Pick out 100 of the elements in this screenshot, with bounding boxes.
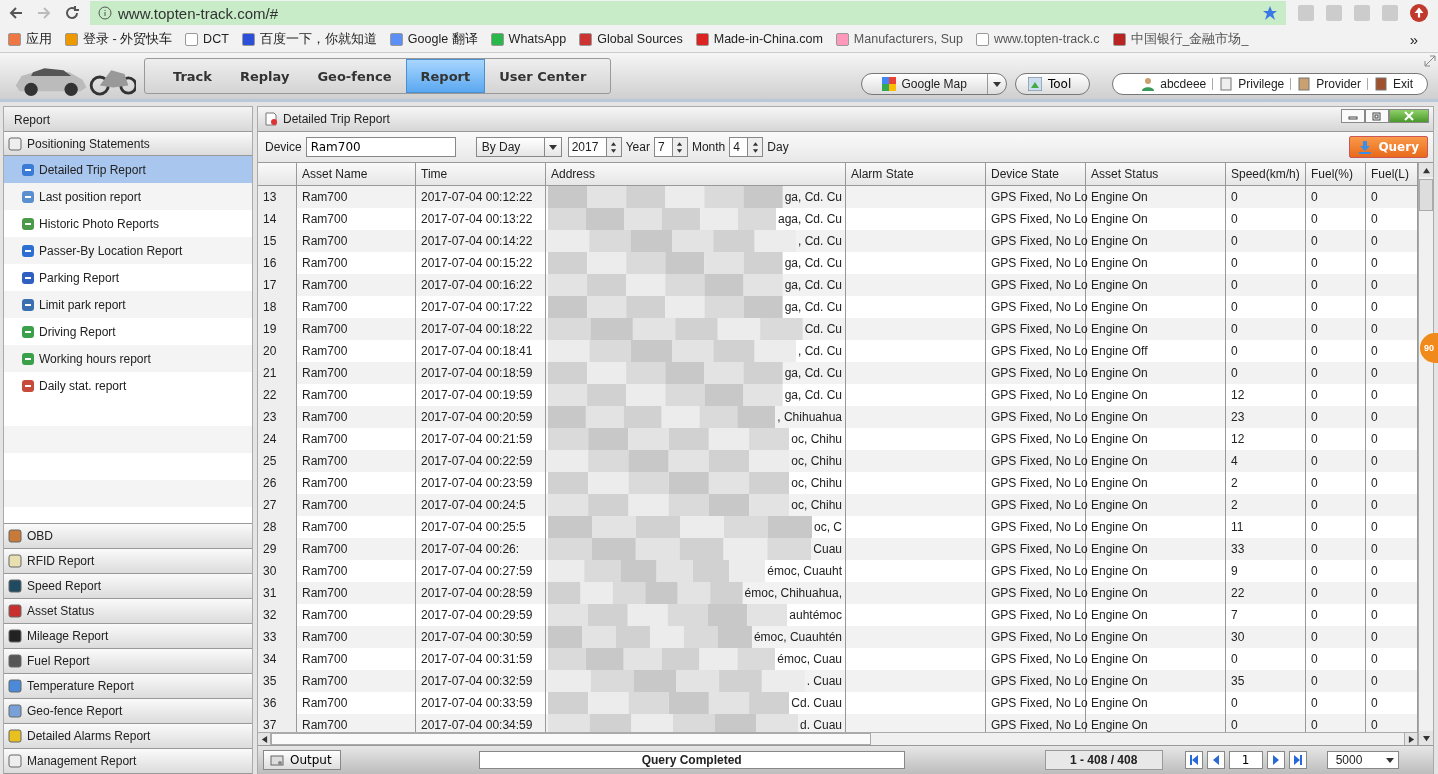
- sidebar-item[interactable]: Detailed Trip Report: [4, 156, 252, 183]
- column-header[interactable]: Fuel(%): [1306, 163, 1366, 185]
- table-cell: 0: [1306, 318, 1366, 340]
- info-icon: [98, 6, 112, 20]
- tool-button[interactable]: Tool: [1014, 73, 1091, 95]
- scroll-right-icon[interactable]: [1404, 733, 1418, 745]
- sidebar-item[interactable]: Daily stat. report: [4, 372, 252, 399]
- sidebar-item[interactable]: Limit park report: [4, 291, 252, 318]
- device-field[interactable]: Ram700: [305, 137, 456, 157]
- table-cell: 0: [1306, 406, 1366, 428]
- day-spinner[interactable]: 4: [729, 137, 764, 157]
- table-cell: 0: [1306, 582, 1366, 604]
- nav-tab[interactable]: Report: [405, 59, 486, 93]
- row-number: 13: [258, 186, 297, 208]
- page-size-select[interactable]: 5000: [1326, 751, 1399, 769]
- next-page-button[interactable]: [1266, 751, 1285, 769]
- column-header[interactable]: Asset Status: [1086, 163, 1226, 185]
- year-spinner[interactable]: 2017: [567, 137, 622, 157]
- sidebar-group[interactable]: Management Report: [4, 749, 252, 774]
- bookmark[interactable]: 登录 - 外贸快车: [65, 30, 173, 48]
- caret-icon: [548, 144, 557, 150]
- address-bar[interactable]: www.topten-track.com/#: [90, 1, 1286, 25]
- sidebar-group[interactable]: OBD: [4, 524, 252, 549]
- map-select[interactable]: Google Map: [860, 73, 1007, 95]
- period-select[interactable]: By Day: [475, 137, 562, 157]
- table-cell: 0: [1306, 626, 1366, 648]
- sidebar-group[interactable]: Geo-fence Report: [4, 699, 252, 724]
- sidebar-group[interactable]: Temperature Report: [4, 674, 252, 699]
- back-icon[interactable]: [8, 5, 24, 21]
- column-header[interactable]: Alarm State: [846, 163, 986, 185]
- user-link[interactable]: Exit: [1374, 77, 1413, 91]
- bookmark[interactable]: Manufacturers, Sup: [835, 32, 963, 46]
- previous-page-button[interactable]: [1206, 751, 1225, 769]
- table-cell-text: . Cuau: [806, 673, 842, 690]
- bookmark[interactable]: 百度一下，你就知道: [241, 30, 377, 48]
- bookmark[interactable]: 中国银行_金融市场_: [1112, 30, 1249, 48]
- row-number: 18: [258, 296, 297, 318]
- sidebar-item[interactable]: Last position report: [4, 183, 252, 210]
- nav-tab[interactable]: Track: [159, 59, 226, 93]
- table-cell: Engine On: [1086, 538, 1226, 560]
- upload-icon[interactable]: [1410, 4, 1428, 22]
- bookmark[interactable]: Made-in-China.com: [695, 32, 823, 46]
- scrollbar-thumb[interactable]: [1419, 179, 1433, 211]
- column-header[interactable]: Asset Name: [297, 163, 416, 185]
- minimize-button[interactable]: [1341, 109, 1365, 123]
- last-page-button[interactable]: [1288, 751, 1307, 769]
- spin-arrows-icon: [610, 140, 618, 154]
- sidebar-item[interactable]: Driving Report: [4, 318, 252, 345]
- close-button[interactable]: [1389, 109, 1429, 123]
- table-cell: Engine On: [1086, 318, 1226, 340]
- table-cell-text: émoc, Cuauhtén: [753, 629, 842, 646]
- sidebar-group[interactable]: Speed Report: [4, 574, 252, 599]
- scroll-down-icon[interactable]: [1419, 731, 1433, 745]
- sidebar-item[interactable]: Passer-By Location Report: [4, 237, 252, 264]
- more-bookmarks[interactable]: »: [1409, 30, 1418, 48]
- scroll-up-icon[interactable]: [1419, 163, 1433, 177]
- sidebar-item[interactable]: Parking Report: [4, 264, 252, 291]
- sidebar-group[interactable]: RFID Report: [4, 549, 252, 574]
- sidebar-group[interactable]: Fuel Report: [4, 649, 252, 674]
- month-spinner[interactable]: 7: [653, 137, 688, 157]
- star-icon[interactable]: [1262, 5, 1278, 21]
- nav-tab[interactable]: User Center: [485, 59, 601, 93]
- sidebar-group[interactable]: Positioning Statements: [4, 132, 252, 156]
- column-header[interactable]: Time: [416, 163, 546, 185]
- table-cell: Engine On: [1086, 186, 1226, 208]
- report-icon: [21, 297, 35, 312]
- column-header[interactable]: Device State: [986, 163, 1086, 185]
- user-link[interactable]: abcdeee: [1141, 77, 1207, 91]
- bookmark[interactable]: DCT: [185, 32, 229, 46]
- reload-icon[interactable]: [64, 5, 80, 21]
- bookmark[interactable]: Global Sources: [579, 32, 683, 46]
- nav-tab[interactable]: Geo-fence: [303, 59, 406, 93]
- column-header[interactable]: Speed(km/h): [1226, 163, 1306, 185]
- table-cell-text: , Cd. Cu: [798, 233, 842, 250]
- bookmark[interactable]: Google 翻译: [389, 30, 478, 48]
- report-icon: [8, 579, 22, 593]
- bookmark[interactable]: 应用: [8, 30, 52, 48]
- sidebar-group[interactable]: Asset Status: [4, 599, 252, 624]
- page-field[interactable]: 1: [1228, 751, 1263, 769]
- row-number: 19: [258, 318, 297, 340]
- sidebar-group[interactable]: Mileage Report: [4, 624, 252, 649]
- expand-icon[interactable]: [1424, 55, 1436, 67]
- restore-button[interactable]: [1365, 109, 1389, 123]
- sidebar-item[interactable]: Historic Photo Reports: [4, 210, 252, 237]
- scrollbar-thumb[interactable]: [271, 733, 871, 745]
- device-label: Device: [265, 140, 302, 154]
- nav-tab[interactable]: Replay: [226, 59, 304, 93]
- table-cell: 22: [1226, 582, 1306, 604]
- sidebar-group[interactable]: Detailed Alarms Report: [4, 724, 252, 749]
- table-cell: 2017-07-04 00:26:: [416, 538, 546, 560]
- bookmark[interactable]: www.topten-track.c: [975, 32, 1100, 46]
- first-page-button[interactable]: [1184, 751, 1203, 769]
- row-number: 31: [258, 582, 297, 604]
- user-link[interactable]: Provider: [1297, 77, 1361, 91]
- output-button[interactable]: Output: [263, 750, 341, 770]
- bookmark[interactable]: WhatsApp: [490, 32, 567, 46]
- sidebar-item[interactable]: Working hours report: [4, 345, 252, 372]
- column-header[interactable]: Address: [546, 163, 846, 185]
- user-link[interactable]: Privilege: [1219, 77, 1285, 91]
- scroll-left-icon[interactable]: [258, 733, 271, 745]
